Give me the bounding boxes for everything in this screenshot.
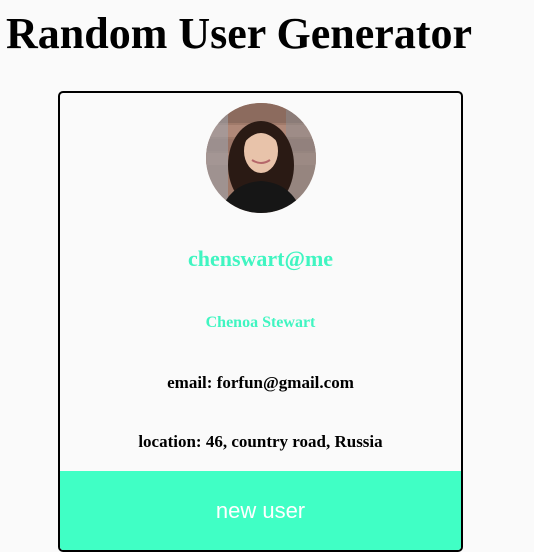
location-line: location: 46, country road, Russia: [60, 432, 461, 452]
username: chenswart@me: [187, 246, 334, 271]
avatar-image: [206, 103, 316, 213]
location-value: 46, country road, Russia: [205, 432, 383, 451]
email-value: forfun@gmail.com: [216, 373, 354, 392]
email-label: email:: [167, 373, 213, 392]
email-line: email: forfun@gmail.com: [60, 373, 461, 393]
new-user-button[interactable]: new user: [60, 471, 461, 550]
user-card: chenswart@me Chenoa Stewart email: forfu…: [58, 91, 463, 552]
full-name: Chenoa Stewart: [205, 314, 316, 331]
location-label: location:: [138, 432, 202, 451]
page-title: Random User Generator: [6, 9, 472, 58]
avatar: [206, 103, 316, 213]
